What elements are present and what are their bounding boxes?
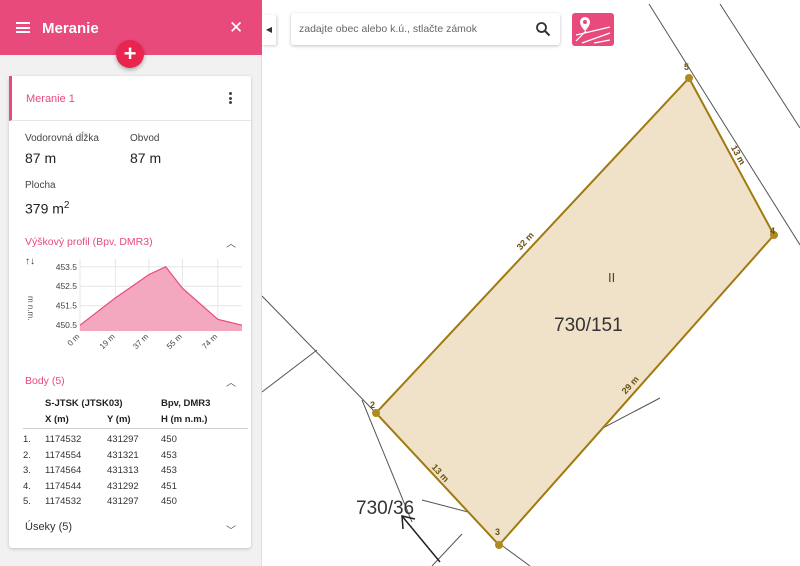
cell-h: 453 bbox=[161, 465, 177, 476]
perimeter-value: 87 m bbox=[130, 150, 162, 166]
more-vert-icon[interactable] bbox=[228, 92, 234, 106]
elevation-profile-toggle[interactable]: Výškový profil (Bpv, DMR3) bbox=[25, 236, 153, 248]
divider bbox=[23, 428, 248, 429]
row-number: 3. bbox=[23, 465, 31, 476]
vertex-label: 5 bbox=[684, 62, 690, 72]
map-view[interactable]: 5 4 3 2 32 m 13 m 29 m 13 m II 730/151 7… bbox=[262, 0, 800, 566]
length-label: Vodorovná dĺžka bbox=[25, 133, 99, 144]
chart-y-axis-label: m n.m. bbox=[26, 296, 35, 320]
measurement-panel: Meranie ✕ + Meranie 1 Vodorovná dĺžka 87… bbox=[0, 0, 262, 566]
table-row[interactable]: 4. 1174544 431292 451 bbox=[23, 481, 248, 495]
cell-h: 451 bbox=[161, 480, 177, 492]
vertex-3[interactable] bbox=[495, 541, 503, 549]
y-tick-label: 451.5 bbox=[56, 301, 78, 311]
x-tick-label: 37 m bbox=[131, 332, 150, 351]
close-icon[interactable]: ✕ bbox=[229, 19, 243, 36]
vertex-2[interactable] bbox=[372, 409, 380, 417]
column-header-h: H (m n.m.) bbox=[161, 414, 208, 425]
app-root: 5 4 3 2 32 m 13 m 29 m 13 m II 730/151 7… bbox=[0, 0, 800, 566]
chevron-up-icon[interactable]: ︿ bbox=[226, 235, 236, 250]
row-number: 5. bbox=[23, 496, 31, 507]
panel-title: Meranie bbox=[42, 20, 99, 37]
cell-x: 1174544 bbox=[45, 480, 82, 492]
vertex-label: 2 bbox=[370, 400, 376, 410]
arrow-icon bbox=[401, 515, 441, 563]
cell-y: 431321 bbox=[107, 449, 139, 461]
boundary-line bbox=[262, 295, 377, 414]
y-tick-label: 452.5 bbox=[56, 281, 78, 291]
y-tick-label: 453.5 bbox=[56, 262, 78, 272]
cell-x: 1174532 bbox=[45, 434, 82, 445]
vertex-label: 4 bbox=[770, 226, 776, 236]
search-bar bbox=[291, 13, 560, 45]
cell-x: 1174554 bbox=[45, 449, 82, 461]
column-header-y: Y (m) bbox=[107, 414, 131, 425]
row-number: 1. bbox=[23, 434, 31, 445]
measurement-card: Meranie 1 Vodorovná dĺžka 87 m Obvod 87 … bbox=[9, 76, 251, 548]
area-value: 379 m2 bbox=[25, 200, 69, 217]
table-row[interactable]: 3. 1174564 431313 453 bbox=[23, 465, 248, 479]
y-tick-label: 450.5 bbox=[56, 320, 78, 330]
boundary-line bbox=[431, 533, 463, 566]
cell-h: 450 bbox=[161, 496, 177, 507]
search-input[interactable] bbox=[299, 13, 524, 45]
boundary-line bbox=[262, 349, 318, 393]
row-number: 4. bbox=[23, 480, 31, 492]
vertex-label: 3 bbox=[495, 527, 501, 537]
x-tick-label: 19 m bbox=[98, 332, 117, 351]
cell-x: 1174532 bbox=[45, 496, 82, 507]
cell-y: 431297 bbox=[107, 434, 139, 445]
area-label: Plocha bbox=[25, 180, 56, 191]
segments-section-toggle[interactable]: Úseky (5) bbox=[25, 521, 72, 533]
x-tick-label: 55 m bbox=[165, 332, 184, 351]
perimeter-label: Obvod bbox=[130, 133, 160, 144]
height-system-header: Bpv, DMR3 bbox=[161, 398, 211, 409]
length-value: 87 m bbox=[25, 150, 57, 166]
search-icon[interactable] bbox=[535, 21, 551, 37]
boundary-line bbox=[499, 543, 531, 566]
chevron-down-icon[interactable]: ﹀ bbox=[226, 522, 236, 537]
area-unit-exponent: 2 bbox=[63, 200, 70, 211]
boundary-line bbox=[719, 3, 800, 129]
chevron-up-icon[interactable]: ︿ bbox=[226, 374, 236, 389]
cell-y: 431297 bbox=[107, 496, 139, 507]
parcel-mark: II bbox=[608, 270, 616, 285]
measurement-card-header[interactable]: Meranie 1 bbox=[9, 76, 251, 121]
map-canvas[interactable] bbox=[262, 0, 800, 566]
column-header-x: X (m) bbox=[45, 414, 69, 425]
area-number: 379 m bbox=[25, 200, 64, 217]
cell-h: 453 bbox=[161, 449, 177, 461]
coord-system-header: S-JTSK (JTSK03) bbox=[45, 398, 123, 409]
parcel-number-main: 730/151 bbox=[554, 315, 623, 336]
table-row[interactable]: 1. 1174532 431297 450 bbox=[23, 434, 248, 448]
map-measure-tool-button[interactable] bbox=[572, 13, 614, 46]
cell-h: 450 bbox=[161, 434, 177, 445]
points-section-toggle[interactable]: Body (5) bbox=[25, 375, 65, 387]
row-number: 2. bbox=[23, 449, 31, 461]
menu-icon[interactable] bbox=[16, 22, 30, 33]
cell-x: 1174564 bbox=[45, 465, 82, 476]
elevation-profile-chart: 450.5 451.5 452.5 453.5 0 m 19 m 37 m 55 m 74 m… bbox=[26, 259, 243, 351]
table-row[interactable]: 2. 1174554 431321 453 bbox=[23, 450, 248, 464]
cell-y: 431313 bbox=[107, 465, 139, 476]
table-row[interactable]: 5. 1174532 431297 450 bbox=[23, 496, 248, 510]
measurement-name: Meranie 1 bbox=[26, 93, 75, 105]
parcel-number-other: 730/36 bbox=[356, 498, 415, 519]
map-pin-icon bbox=[575, 17, 611, 44]
add-measurement-button[interactable]: + bbox=[116, 40, 144, 68]
vertex-5[interactable] bbox=[685, 74, 693, 82]
cell-y: 431292 bbox=[107, 480, 139, 492]
x-tick-label: 74 m bbox=[200, 332, 219, 351]
x-tick-label: 0 m bbox=[66, 332, 82, 348]
collapse-panel-button[interactable]: ◀ bbox=[262, 15, 276, 45]
